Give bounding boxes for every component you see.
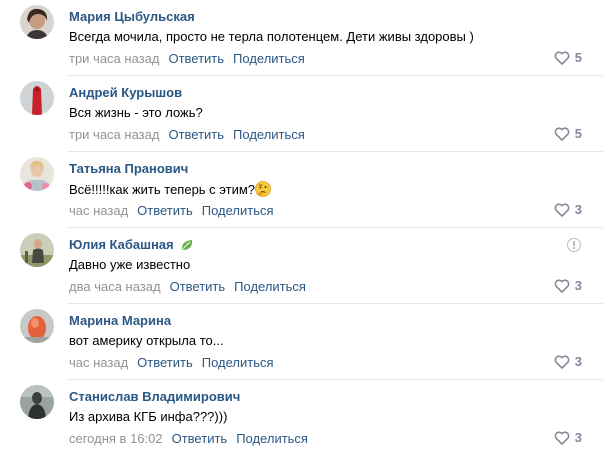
avatar[interactable] — [20, 81, 54, 115]
comment-author[interactable]: Татьяна Пранович — [69, 161, 188, 176]
avatar[interactable] — [20, 385, 54, 419]
comment-author[interactable]: Андрей Курышов — [69, 85, 182, 100]
comment-time[interactable]: три часа назад — [69, 51, 159, 66]
comment-text: Вся жизнь - это ложь? — [69, 105, 203, 120]
like-button[interactable]: 3 — [554, 354, 582, 369]
comment-meta: три часа назад Ответить Поделиться — [69, 127, 305, 142]
avatar[interactable] — [20, 233, 54, 267]
comment-text: Давно уже известно — [69, 257, 191, 272]
reply-link[interactable]: Ответить — [172, 431, 228, 446]
comment-time[interactable]: два часа назад — [69, 279, 161, 294]
comment-item: Станислав Владимирович Из архива КГБ инф… — [0, 380, 603, 456]
heart-icon — [554, 278, 570, 293]
comment-author[interactable]: Мария Цыбульская — [69, 9, 195, 24]
heart-icon — [554, 50, 570, 65]
avatar[interactable] — [20, 309, 54, 343]
comment-text: Всегда мочила, просто не терла полотенце… — [69, 29, 474, 44]
like-count: 3 — [574, 202, 582, 217]
share-link[interactable]: Поделиться — [202, 355, 274, 370]
avatar[interactable] — [20, 157, 54, 191]
comment-time[interactable]: час назад — [69, 203, 128, 218]
comment-text: Из архива КГБ инфа???))) — [69, 409, 228, 424]
share-link[interactable]: Поделиться — [234, 279, 306, 294]
like-count: 3 — [574, 430, 582, 445]
heart-icon — [554, 202, 570, 217]
comment-text: вот америку открыла то... — [69, 333, 224, 348]
reply-link[interactable]: Ответить — [137, 203, 193, 218]
comment-meta: час назад Ответить Поделиться — [69, 355, 274, 370]
comment-author[interactable]: Марина Марина — [69, 313, 171, 328]
like-count: 3 — [574, 278, 582, 293]
comment-time[interactable]: сегодня в 16:02 — [69, 431, 163, 446]
thinking-face-emoji — [255, 181, 271, 197]
comment-text: Всё!!!!!как жить теперь с этим? — [69, 181, 271, 197]
like-button[interactable]: 3 — [554, 202, 582, 217]
heart-icon — [554, 354, 570, 369]
like-button[interactable]: 3 — [554, 430, 582, 445]
comment-author[interactable]: Юлия Кабашная — [69, 237, 194, 252]
share-link[interactable]: Поделиться — [233, 127, 305, 142]
comment-meta: сегодня в 16:02 Ответить Поделиться — [69, 431, 308, 446]
share-link[interactable]: Поделиться — [202, 203, 274, 218]
comment-time[interactable]: три часа назад — [69, 127, 159, 142]
comment-time[interactable]: час назад — [69, 355, 128, 370]
comment-item: Мария Цыбульская Всегда мочила, просто н… — [0, 0, 603, 76]
heart-icon — [554, 430, 570, 445]
share-link[interactable]: Поделиться — [236, 431, 308, 446]
share-link[interactable]: Поделиться — [233, 51, 305, 66]
like-button[interactable]: 5 — [554, 50, 582, 65]
heart-icon — [554, 126, 570, 141]
leaf-icon — [181, 239, 192, 250]
like-button[interactable]: 3 — [554, 278, 582, 293]
alert-circle-icon[interactable] — [567, 238, 581, 252]
like-count: 5 — [574, 50, 582, 65]
reply-link[interactable]: Ответить — [168, 127, 224, 142]
comment-author[interactable]: Станислав Владимирович — [69, 389, 240, 404]
avatar[interactable] — [20, 5, 54, 39]
like-count: 5 — [574, 126, 582, 141]
reply-link[interactable]: Ответить — [170, 279, 226, 294]
like-button[interactable]: 5 — [554, 126, 582, 141]
comment-item: Андрей Курышов Вся жизнь - это ложь? три… — [0, 76, 603, 152]
reply-link[interactable]: Ответить — [168, 51, 224, 66]
reply-link[interactable]: Ответить — [137, 355, 193, 370]
like-count: 3 — [574, 354, 582, 369]
comment-item: Татьяна Пранович Всё!!!!!как жить теперь… — [0, 152, 603, 228]
comment-item: Юлия Кабашная Давно уже известно два час… — [0, 228, 603, 304]
comment-meta: три часа назад Ответить Поделиться — [69, 51, 305, 66]
comment-item: Марина Марина вот америку открыла то... … — [0, 304, 603, 380]
comment-meta: два часа назад Ответить Поделиться — [69, 279, 306, 294]
comment-meta: час назад Ответить Поделиться — [69, 203, 274, 218]
